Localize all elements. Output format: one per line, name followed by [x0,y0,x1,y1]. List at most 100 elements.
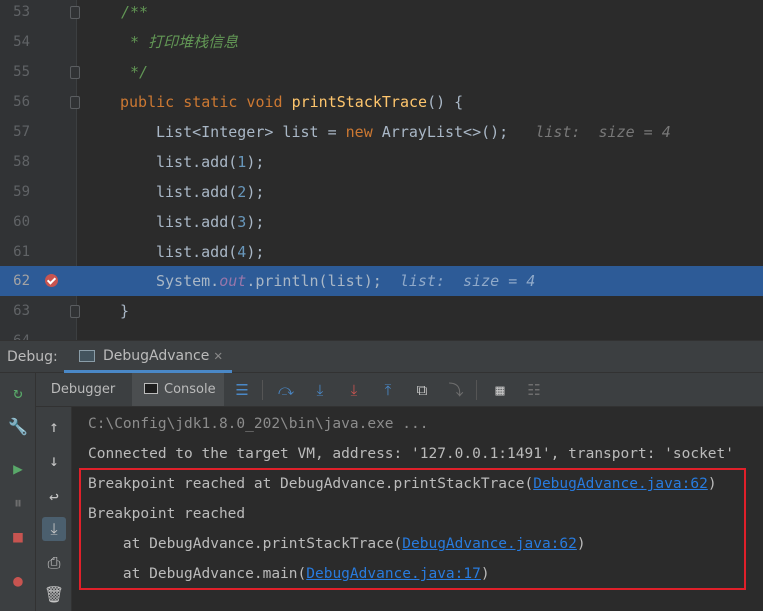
console-text: ) [707,476,717,492]
trash-icon[interactable]: 🗑 [42,583,66,607]
code-line-61[interactable]: 61 list.add(4); [0,237,763,267]
line-number: 59 [13,184,30,200]
line-number: 63 [13,303,30,319]
window-icon [79,350,95,362]
code-token: list.add( [156,153,238,171]
console-output[interactable]: C:\Config\jdk1.8.0_202\bin\java.exe ... … [72,407,763,611]
debug-label: Debug: [7,349,58,365]
stop-icon[interactable]: ■ [8,527,28,547]
run-to-cursor-icon[interactable]: ⤵ [446,380,466,400]
code-line-64[interactable]: 64 [0,326,763,340]
console-text: ) [576,536,586,552]
code-line-53[interactable]: 53 /** [0,0,763,27]
code-line-56[interactable]: 56 public static void printStackTrace() … [0,87,763,117]
fold-marker-icon[interactable] [70,66,80,79]
code-text: } [120,296,129,326]
tab-debugger[interactable]: Debugger [36,373,130,406]
code-line-63[interactable]: 63 } [0,296,763,326]
line-number: 61 [13,244,30,260]
code-token: ArrayList<>(); [381,123,509,141]
tab-console-label: Console [164,382,216,397]
console-icon [144,383,158,394]
scroll-to-end-icon[interactable]: ⤓ [42,517,66,541]
code-text: */ [121,57,148,87]
tab-debugadvance[interactable]: DebugAdvance ✕ [64,341,232,373]
inline-value-hint: list: size = 4 [399,272,536,290]
code-line-59[interactable]: 59 list.add(2); [0,177,763,207]
line-number: 56 [13,94,30,110]
code-line-62-current[interactable]: 62 System.out.println(list); list: size … [0,266,763,296]
pause-icon[interactable]: ⏸ [8,493,28,513]
code-token: () { [427,93,464,111]
source-link[interactable]: DebugAdvance.java:17 [306,566,481,582]
comment: * 打印堆栈信息 [121,33,239,51]
drop-frame-icon[interactable]: ⧉ [412,380,432,400]
console-line: at DebugAdvance.printStackTrace(DebugAdv… [88,529,586,559]
print-icon[interactable]: ⎙ [42,551,66,575]
code-text: System.out.println(list); list: size = 4 [156,266,535,296]
step-into-icon[interactable]: ⤓ [310,380,330,400]
code-token: List<Integer> list = [156,123,346,141]
close-icon[interactable]: ✕ [214,341,222,371]
fold-marker-icon[interactable] [70,6,80,19]
code-token: System. [156,272,220,290]
console-text: at DebugAdvance.printStackTrace( [88,536,403,552]
method-name: printStackTrace [291,93,428,111]
code-line-58[interactable]: 58 list.add(1); [0,147,763,177]
source-link[interactable]: DebugAdvance.java:62 [533,476,708,492]
line-number: 58 [13,154,30,170]
line-number: 54 [13,34,30,50]
rerun-icon[interactable]: ↻ [8,383,28,403]
code-token: list.add( [156,183,238,201]
static-field: out [219,272,247,290]
force-step-into-icon[interactable]: ⤓ [344,380,364,400]
keyword: public static void [120,93,292,111]
code-text: public static void printStackTrace() { [120,87,463,117]
code-line-55[interactable]: 55 */ [0,57,763,87]
code-token: ); [246,183,265,201]
code-text: * 打印堆栈信息 [121,27,238,57]
view-breakpoints-icon[interactable]: ● [8,571,28,591]
code-token: list.add( [156,243,238,261]
line-number: 60 [13,214,30,230]
code-text: list.add(3); [156,207,264,237]
wrench-icon[interactable]: 🔧 [8,417,28,437]
show-execution-point-icon[interactable]: ☰ [232,380,252,400]
console-text: Breakpoint reached at DebugAdvance.print… [88,476,534,492]
line-number: 57 [13,124,30,140]
source-link[interactable]: DebugAdvance.java:62 [402,536,577,552]
comment: /** [121,3,149,21]
number-literal: 4 [237,243,247,261]
line-number: 53 [13,4,30,20]
number-literal: 2 [237,183,247,201]
console-line: C:\Config\jdk1.8.0_202\bin\java.exe ... [88,416,429,432]
soft-wrap-icon[interactable]: ↩ [42,485,66,509]
code-line-54[interactable]: 54 * 打印堆栈信息 [0,27,763,57]
code-text: list.add(1); [156,147,264,177]
evaluate-expression-icon[interactable]: ▦ [490,380,510,400]
code-line-57[interactable]: 57 List<Integer> list = new ArrayList<>(… [0,117,763,147]
fold-marker-icon[interactable] [70,305,80,318]
step-out-icon[interactable]: ⤒ [378,380,398,400]
comment: */ [121,63,149,81]
code-token: list.add( [156,213,238,231]
line-number: 62 [13,273,30,289]
console-line: at DebugAdvance.main(DebugAdvance.java:1… [88,559,490,589]
debug-side-toolbar: ↻ 🔧 ▶ ⏸ ■ ● [0,373,36,611]
toolbar-separator [476,380,477,400]
code-editor[interactable]: 53 /** 54 * 打印堆栈信息 55 */ 56 public stati… [0,0,763,340]
breakpoint-icon[interactable] [45,274,58,287]
arrow-up-icon[interactable]: ↑ [42,415,66,439]
console-line: Breakpoint reached at DebugAdvance.print… [88,469,717,499]
code-text: list.add(4); [156,237,264,267]
fold-marker-icon[interactable] [70,96,80,109]
arrow-down-icon[interactable]: ↓ [42,449,66,473]
tab-console[interactable]: Console [132,373,224,406]
trace-icon[interactable]: ☷ [524,380,544,400]
code-token: } [120,302,130,320]
inline-value-hint: list: size = 4 [535,123,671,141]
resume-icon[interactable]: ▶ [8,459,28,479]
step-over-icon[interactable]: ⤼ [276,380,296,400]
code-line-60[interactable]: 60 list.add(3); [0,207,763,237]
console-line: Breakpoint reached [88,506,246,522]
